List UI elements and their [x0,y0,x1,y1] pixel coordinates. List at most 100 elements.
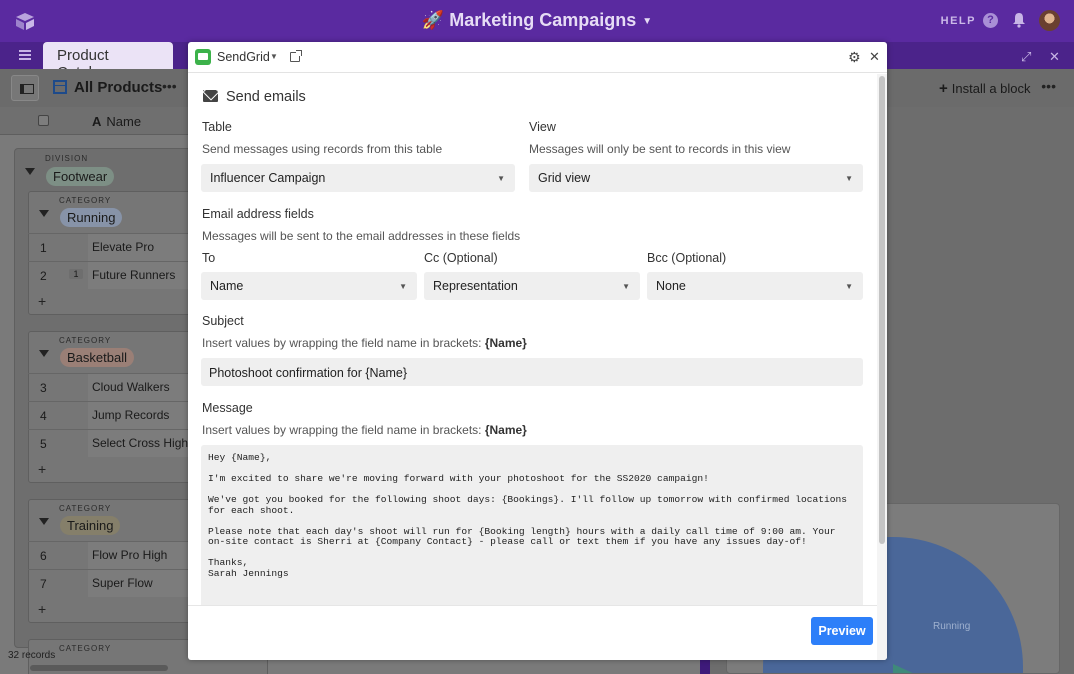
collapse-triangle-icon[interactable] [25,168,35,175]
pie-slice-running[interactable] [893,537,1023,674]
category-pill: Basketball [60,348,134,367]
dialog-scrollbar[interactable] [877,74,887,660]
row-number: 5 [40,437,47,451]
open-external-icon[interactable] [290,50,302,62]
email-fields-label: Email address fields [202,207,314,221]
expand-icon[interactable]: ⤢ [1021,49,1031,65]
chevron-down-icon: ▼ [642,15,653,27]
base-title-text: 🚀 Marketing Campaigns [421,10,637,30]
table-label: Table [202,120,232,134]
gear-icon[interactable]: ⚙ [848,49,861,66]
table-row[interactable]: 7 Super Flow [28,569,200,597]
help-link[interactable]: HELP [941,15,976,27]
view-hint: Messages will only be sent to records in… [529,142,791,156]
bcc-select[interactable]: None ▼ [647,272,863,300]
name-cell[interactable]: Select Cross High [88,430,200,457]
chevron-down-icon: ▼ [399,282,407,291]
column-label: Name [106,114,142,129]
name-cell[interactable]: Jump Records [88,402,200,429]
view-name[interactable]: All Products [74,79,162,96]
name-cell[interactable]: Elevate Pro [88,234,200,261]
email-fields-hint: Messages will be sent to the email addre… [202,229,521,243]
avatar[interactable] [1039,10,1060,31]
bcc-label: Bcc (Optional) [647,251,727,265]
division-label: DIVISION [45,154,89,163]
pie-slice-label: Running [933,621,971,632]
view-select[interactable]: Grid view ▼ [529,164,863,192]
table-row[interactable]: 3 Cloud Walkers [28,373,200,401]
cc-label: Cc (Optional) [424,251,498,265]
view-select-value: Grid view [538,171,591,185]
subject-hint-token: {Name} [484,336,527,350]
table-row[interactable]: 4 Jump Records [28,401,200,429]
chevron-down-icon: ▼ [845,174,853,183]
table-hint: Send messages using records from this ta… [202,142,443,156]
table-row[interactable]: 6 Flow Pro High [28,541,200,569]
comment-count-badge[interactable]: 1 [69,269,83,279]
install-block-button[interactable]: + Install a block [939,80,1031,97]
message-textarea[interactable]: Hey {Name}, I'm excited to share we're m… [201,445,863,605]
close-icon[interactable]: ✕ [1049,49,1060,65]
name-cell[interactable]: Super Flow [88,570,200,597]
bcc-select-value: None [656,279,686,293]
subject-hint: Insert values by wrapping the field name… [202,336,527,350]
preview-button[interactable]: Preview [811,617,873,645]
horizontal-scrollbar[interactable] [30,665,168,671]
tab-product-catalog[interactable]: Product Catalog▼ [43,42,173,81]
section-title: Send emails [226,89,306,105]
text-field-icon: A [92,114,102,129]
category-label: CATEGORY [59,336,112,345]
message-hint-text: Insert values by wrapping the field name… [202,423,482,437]
message-label: Message [202,401,253,415]
add-row-button[interactable]: + [38,461,46,477]
help-icon[interactable]: ? [983,13,998,28]
category-label: CATEGORY [59,504,112,513]
block-name[interactable]: SendGrid [217,50,270,64]
view-more-icon[interactable]: ••• [162,78,177,94]
plus-icon: + [939,80,948,97]
add-row-button[interactable]: + [38,601,46,617]
name-cell[interactable]: Flow Pro High [88,542,200,569]
collapse-triangle-icon[interactable] [39,350,49,357]
table-select-value: Influencer Campaign [210,171,326,185]
message-hint-token: {Name} [484,423,527,437]
table-row[interactable]: 1 Elevate Pro [28,233,200,261]
table-row[interactable]: 5 Select Cross High [28,429,200,457]
sendgrid-logo-icon [195,49,211,65]
table-select[interactable]: Influencer Campaign ▼ [201,164,515,192]
name-cell[interactable]: Future Runners [88,262,200,289]
bell-icon[interactable] [1012,12,1026,28]
record-count: 32 records [8,650,56,661]
message-hint: Insert values by wrapping the field name… [202,423,527,437]
chevron-down-icon: ▼ [497,174,505,183]
chevron-down-icon[interactable]: ▼ [270,52,278,61]
column-header-name[interactable]: A Name [92,114,141,129]
category-pill: Training [60,516,121,535]
dialog-header: SendGrid ▼ ⚙ ✕ [188,42,887,73]
to-select[interactable]: Name ▼ [201,272,417,300]
blocks-more-icon[interactable]: ••• [1041,78,1056,94]
row-number: 1 [40,241,47,255]
collapse-triangle-icon[interactable] [39,210,49,217]
subject-input[interactable]: Photoshoot confirmation for {Name} [201,358,863,386]
dialog-body: Send emails Table Send messages using re… [188,74,877,660]
table-row[interactable]: 2 1 Future Runners [28,261,200,289]
sidebar-toggle-button[interactable] [11,75,39,101]
close-icon[interactable]: ✕ [869,49,880,65]
subject-label: Subject [202,314,244,328]
add-row-button[interactable]: + [38,293,46,309]
dialog-footer: Preview [188,605,877,658]
cc-select[interactable]: Representation ▼ [424,272,640,300]
to-label: To [202,251,216,265]
row-number: 7 [40,577,47,591]
base-title[interactable]: 🚀 Marketing Campaigns ▼ [0,10,1074,31]
row-number: 2 [40,269,47,283]
select-all-checkbox[interactable] [38,115,49,126]
grid-view-icon [53,80,67,94]
category-label: CATEGORY [59,644,112,653]
collapse-triangle-icon[interactable] [39,518,49,525]
menu-icon[interactable] [19,50,31,60]
name-cell[interactable]: Cloud Walkers [88,374,200,401]
to-select-value: Name [210,279,244,293]
top-bar: 🚀 Marketing Campaigns ▼ HELP ? [0,0,1074,42]
